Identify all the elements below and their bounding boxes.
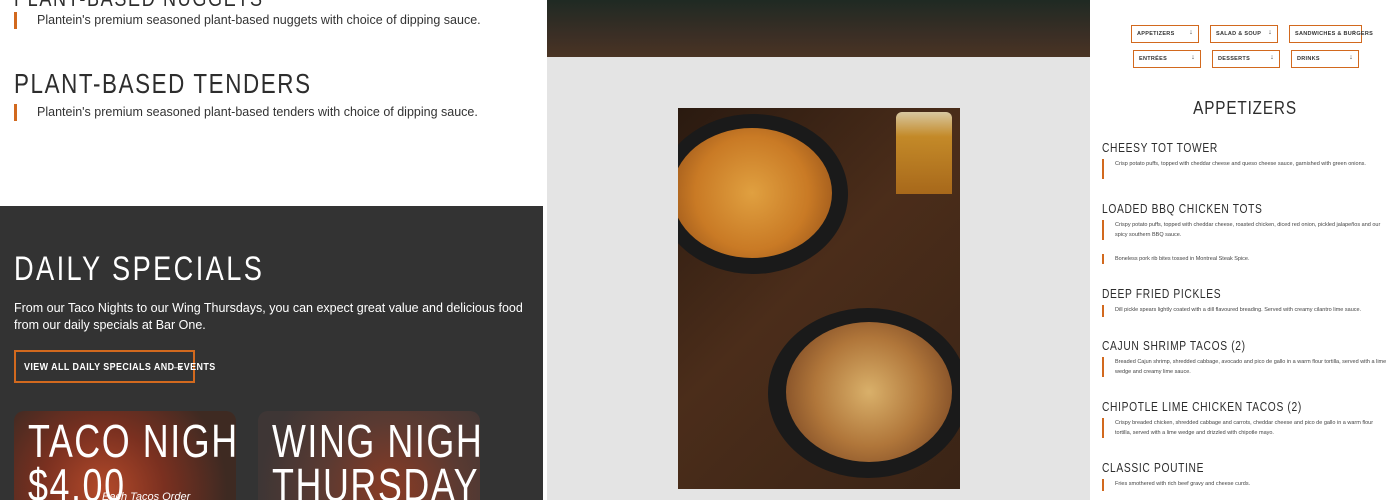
menu-item-description: Fries smothered with rich beef gravy and… xyxy=(1115,481,1251,487)
arrow-down-icon: ↓ xyxy=(1268,29,1272,36)
menu-item-description: Crispy potato puffs, topped with cheddar… xyxy=(1115,222,1381,238)
arrow-down-icon: ↓ xyxy=(1191,54,1195,61)
menu-item-accent-bar xyxy=(1102,479,1104,491)
menu-item-accent-bar xyxy=(1102,305,1104,317)
menu-item-description: Breaded Cajun shrimp, shredded cabbage, … xyxy=(1115,359,1387,375)
arrow-down-icon: ↓ xyxy=(1352,29,1356,36)
menu-item-accent-bar xyxy=(1102,220,1104,240)
description-accent-bar xyxy=(14,104,17,121)
menu-item-description: Boneless pork rib bites tossed in Montre… xyxy=(1115,256,1250,262)
middle-panel xyxy=(547,0,1090,500)
taco-nights-title: TACO NIGHTS $4.00 xyxy=(28,415,236,500)
tots-food-image xyxy=(678,128,832,258)
daily-specials-title: DAILY SPECIALS xyxy=(14,250,265,288)
tenders-title: PLANT-BASED TENDERS xyxy=(14,68,312,99)
menu-item-accent-bar xyxy=(1102,357,1104,377)
menu-item-title: CHEESY TOT TOWER xyxy=(1102,141,1218,155)
left-panel: PLANT-BASED NUGGETS Plantein's premium s… xyxy=(0,0,543,500)
nav-drinks-label: DRINKS xyxy=(1297,56,1320,62)
menu-item-title: LOADED BBQ CHICKEN TOTS xyxy=(1102,202,1263,216)
nav-salad-soup[interactable]: SALAD & SOUP ↓ xyxy=(1210,25,1278,43)
nav-appetizers-label: APPETIZERS xyxy=(1137,31,1175,37)
section-heading: APPETIZERS xyxy=(1090,98,1400,119)
wing-night-title-line1: WING NIGHT xyxy=(272,415,480,467)
nav-sandwiches-burgers-label: SANDWICHES & BURGERS xyxy=(1295,31,1374,37)
nav-desserts-label: DESSERTS xyxy=(1218,56,1251,62)
taco-nights-subtitle: Each Tacos Order xyxy=(102,491,191,500)
appetizers-food-photo xyxy=(678,108,960,489)
menu-item-description: Crispy breaded chicken, shredded cabbage… xyxy=(1115,420,1374,436)
nuggets-description: Plantein's premium seasoned plant-based … xyxy=(37,13,481,27)
nav-drinks[interactable]: DRINKS ↓ xyxy=(1291,50,1359,68)
view-all-specials-label: VIEW ALL DAILY SPECIALS AND EVENTS xyxy=(24,360,216,373)
nav-entrees-label: ENTRÉES xyxy=(1139,56,1168,62)
arrow-down-icon: ↓ xyxy=(1270,54,1274,61)
arrow-right-icon: → xyxy=(171,358,185,373)
nav-appetizers[interactable]: APPETIZERS ↓ xyxy=(1131,25,1199,43)
menu-panel: APPETIZERS ↓ SALAD & SOUP ↓ SANDWICHES & B… xyxy=(1090,0,1400,500)
arrow-down-icon: ↓ xyxy=(1349,54,1353,61)
nav-sandwiches-burgers[interactable]: SANDWICHES & BURGERS ↓ xyxy=(1289,25,1373,43)
menu-item-description: Crisp potato puffs, topped with cheddar … xyxy=(1115,161,1366,167)
section-heading-text: APPETIZERS xyxy=(1193,98,1297,118)
menu-item-title: DEEP FRIED PICKLES xyxy=(1102,287,1222,301)
menu-item-accent-bar xyxy=(1102,159,1104,179)
menu-item-title: CHIPOTLE LIME CHICKEN TACOS (2) xyxy=(1102,400,1302,414)
taco-nights-card[interactable]: TACO NIGHTS $4.00 Each Tacos Order xyxy=(14,411,236,500)
arrow-down-icon: ↓ xyxy=(1189,29,1193,36)
beer-glass-image xyxy=(896,112,952,194)
menu-item-title: CAJUN SHRIMP TACOS (2) xyxy=(1102,339,1246,353)
loaded-tots-food-image xyxy=(786,322,952,462)
daily-specials-text: From our Taco Nights to our Wing Thursda… xyxy=(14,301,523,332)
view-all-specials-button[interactable]: VIEW ALL DAILY SPECIALS AND EVENTS → xyxy=(14,350,215,383)
daily-specials-section: DAILY SPECIALS From our Taco Nights to o… xyxy=(0,206,543,500)
menu-item-accent-bar xyxy=(1102,254,1104,264)
nav-entrees[interactable]: ENTRÉES ↓ xyxy=(1133,50,1201,68)
nav-desserts[interactable]: DESSERTS ↓ xyxy=(1212,50,1280,68)
menu-item-title: CLASSIC POUTINE xyxy=(1102,461,1205,475)
nav-salad-soup-label: SALAD & SOUP xyxy=(1216,31,1262,37)
taco-nights-title-line1: TACO NIGHTS xyxy=(28,415,236,467)
header-food-photo xyxy=(547,0,1090,57)
tenders-description: Plantein's premium seasoned plant-based … xyxy=(37,105,478,119)
menu-items-section: PLANT-BASED NUGGETS Plantein's premium s… xyxy=(0,0,543,206)
cutoff-item-title: PLANT-BASED NUGGETS xyxy=(14,0,264,12)
wing-night-title-line2: THURSDAYS xyxy=(272,459,480,500)
wing-night-card[interactable]: WING NIGHT THURSDAYS xyxy=(258,411,480,500)
menu-item-description: Dill pickle spears lightly coated with a… xyxy=(1115,307,1362,313)
menu-item-accent-bar xyxy=(1102,418,1104,438)
description-accent-bar xyxy=(14,12,17,29)
wing-night-title: WING NIGHT THURSDAYS xyxy=(272,415,480,500)
